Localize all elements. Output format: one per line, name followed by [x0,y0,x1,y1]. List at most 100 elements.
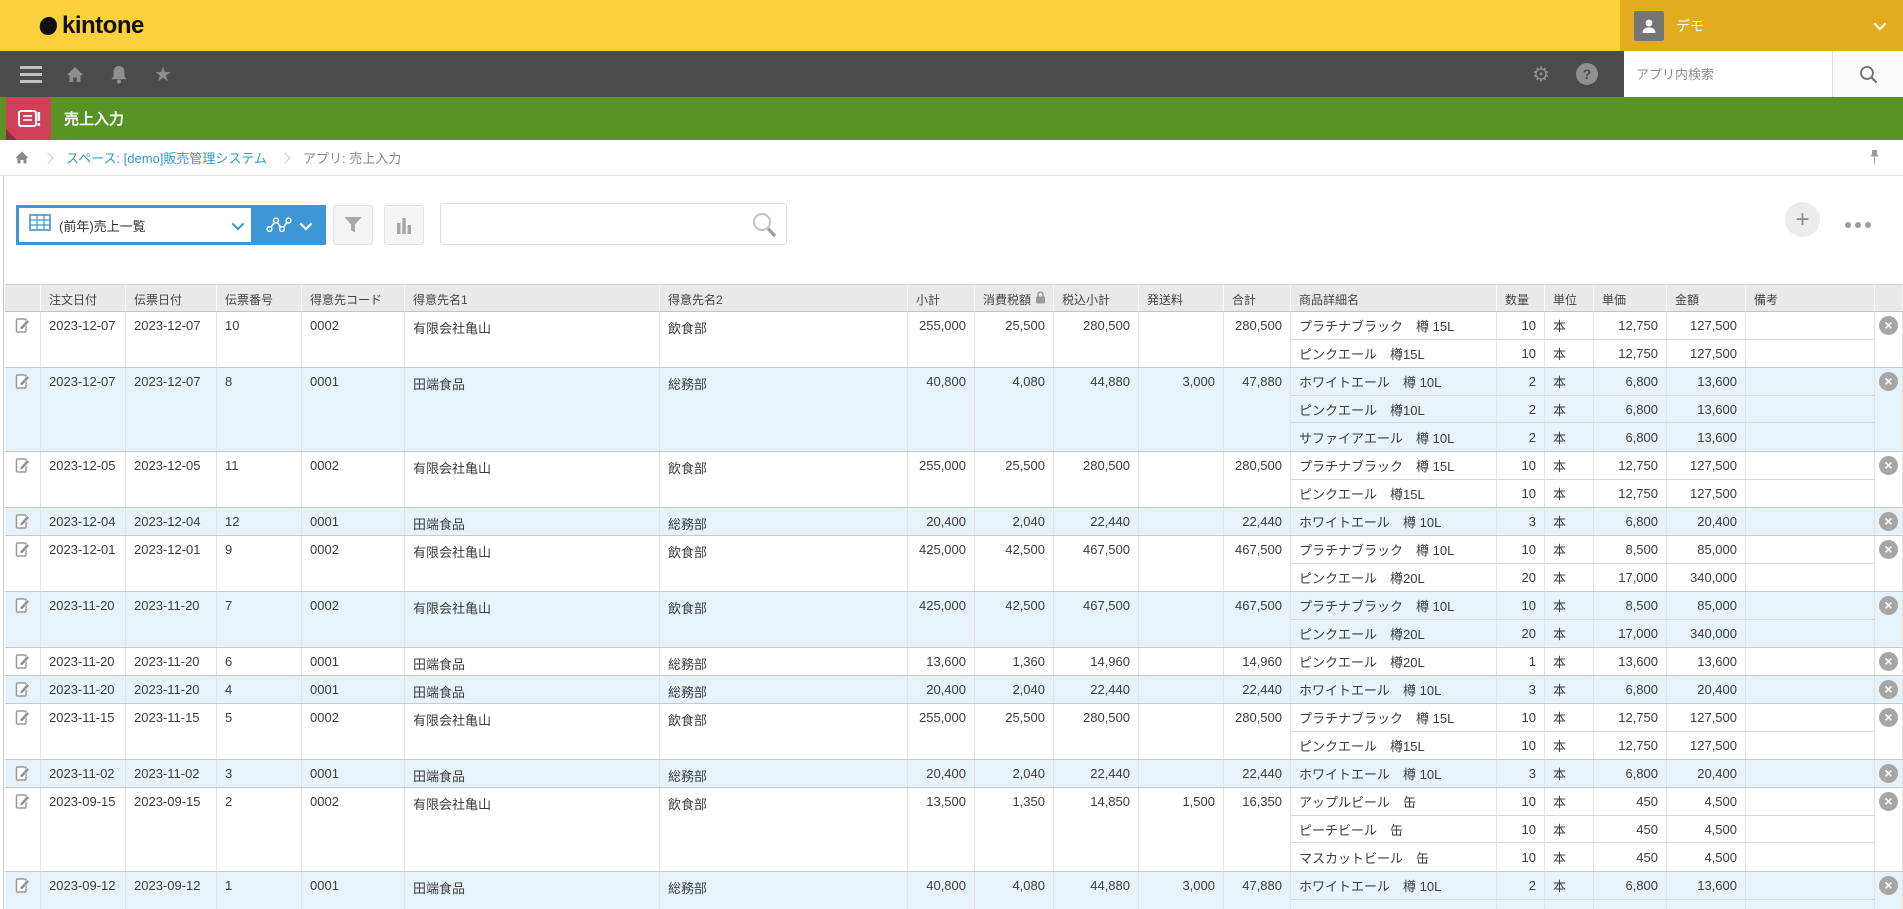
edit-record-icon [15,457,31,474]
column-header: 金額 [1667,285,1746,311]
product-qty: 2 [1497,396,1545,423]
edit-record-button[interactable] [5,312,41,367]
edit-record-icon [15,681,31,698]
column-header: 発送料 [1139,285,1224,311]
edit-record-button[interactable] [5,788,41,871]
user-menu[interactable]: デモ [1620,0,1903,51]
cell-subtotal-with-tax: 44,880 [1054,368,1139,451]
edit-record-button[interactable] [5,704,41,759]
edit-record-button[interactable] [5,872,41,909]
delete-record-button[interactable]: × [1875,536,1903,591]
view-selector[interactable]: (前年)売上一覧 [16,205,326,245]
delete-record-button[interactable]: × [1875,452,1903,507]
breadcrumb-space-link[interactable]: スペース: [demo]販売管理システム [66,148,267,167]
product-amount: 127,500 [1667,480,1746,507]
cell-customer-name1: 田端食品 [405,676,660,703]
delete-record-button[interactable]: × [1875,312,1903,367]
product-name: ホワイトエール 樽 10L [1291,676,1497,703]
app-search-input[interactable] [1624,51,1832,97]
product-amount: 127,500 [1667,732,1746,759]
cell-slip-date: 2023-11-20 [126,676,217,703]
favorites-star-icon[interactable]: ★ [150,61,176,87]
edit-record-button[interactable] [5,760,41,787]
gear-icon[interactable]: ⚙ [1532,64,1550,84]
record-search-input[interactable] [441,204,751,244]
cell-subtotal-with-tax: 22,440 [1054,508,1139,535]
cell-order-date: 2023-11-20 [41,592,126,647]
home-icon[interactable] [62,61,88,87]
app-icon[interactable] [6,97,51,140]
cell-subtotal: 425,000 [908,592,975,647]
delete-record-button[interactable]: × [1875,592,1903,647]
product-rows: ホワイトエール 樽 10L3本6,80020,400 [1291,676,1875,703]
delete-record-button[interactable]: × [1875,368,1903,451]
kintone-logo[interactable]: kintone [38,12,144,40]
cell-shipping [1139,592,1224,647]
product-price: 450 [1594,843,1667,871]
cell-slip-date: 2023-12-05 [126,452,217,507]
delete-record-button[interactable]: × [1875,760,1903,787]
filter-button[interactable] [333,205,373,245]
edit-record-button[interactable] [5,536,41,591]
product-name: サファイアエール 樽 10L [1291,423,1497,451]
product-amount: 20,400 [1667,676,1746,703]
record-search [440,203,787,245]
product-name: プラチナブラック 樽 10L [1291,536,1497,563]
delete-record-button[interactable]: × [1875,704,1903,759]
column-header: 小計 [908,285,975,311]
cell-customer-name2: 総務部 [660,760,908,787]
search-icon[interactable] [751,211,778,238]
view-selector-current[interactable]: (前年)売上一覧 [19,208,251,242]
column-header: 備考 [1746,285,1875,311]
cell-slip-date: 2023-11-20 [126,592,217,647]
cell-subtotal-with-tax: 280,500 [1054,704,1139,759]
product-rows: プラチナブラック 樽 10L10本8,50085,000ピンクエール 樽20L2… [1291,592,1875,647]
edit-record-button[interactable] [5,452,41,507]
menu-icon[interactable] [18,61,44,87]
cell-subtotal: 40,800 [908,872,975,909]
cell-total: 280,500 [1224,452,1291,507]
cell-slip-date: 2023-12-07 [126,368,217,451]
delete-record-button[interactable]: × [1875,676,1903,703]
cell-order-date: 2023-11-20 [41,648,126,675]
delete-record-button[interactable]: × [1875,872,1903,909]
product-amount [1667,900,1746,909]
breadcrumb-separator-icon [42,152,53,163]
product-price: 6,800 [1594,396,1667,423]
edit-record-button[interactable] [5,368,41,451]
edit-record-button[interactable] [5,592,41,647]
breadcrumb-home-icon[interactable] [14,150,30,165]
product-price: 17,000 [1594,564,1667,591]
notifications-bell-icon[interactable] [106,61,132,87]
cell-customer-name1: 田端食品 [405,648,660,675]
pin-icon[interactable] [1868,149,1881,166]
column-header: 得意先名1 [405,285,660,311]
product-row: プラチナブラック 樽 15L10本12,750127,500 [1291,312,1875,340]
delete-record-button[interactable]: × [1875,788,1903,871]
cell-customer-code: 0002 [302,704,405,759]
delete-record-button[interactable]: × [1875,648,1903,675]
add-record-button[interactable]: + [1785,202,1820,237]
product-price: 6,800 [1594,676,1667,703]
help-icon[interactable]: ? [1576,63,1598,85]
kintone-logo-icon [38,16,58,36]
edit-record-button[interactable] [5,648,41,675]
product-unit: 本 [1545,620,1594,647]
edit-record-button[interactable] [5,676,41,703]
cell-shipping [1139,536,1224,591]
graph-menu-button[interactable] [251,208,323,242]
product-unit: 本 [1545,480,1594,507]
chart-button[interactable] [384,205,424,245]
more-options-button[interactable] [1841,218,1875,232]
cell-order-date: 2023-09-12 [41,872,126,909]
product-row: ホワイトエール 樽 10L3本6,80020,400 [1291,676,1875,703]
edit-record-icon [15,793,31,810]
nav-right-group: ⚙ ? [1532,51,1903,97]
product-row: プラチナブラック 樽 15L10本12,750127,500 [1291,704,1875,732]
delete-record-button[interactable]: × [1875,508,1903,535]
product-qty: 10 [1497,816,1545,843]
app-search-button[interactable] [1832,51,1903,97]
product-qty: 2 [1497,368,1545,395]
edit-record-button[interactable] [5,508,41,535]
breadcrumb-separator-icon [279,152,290,163]
